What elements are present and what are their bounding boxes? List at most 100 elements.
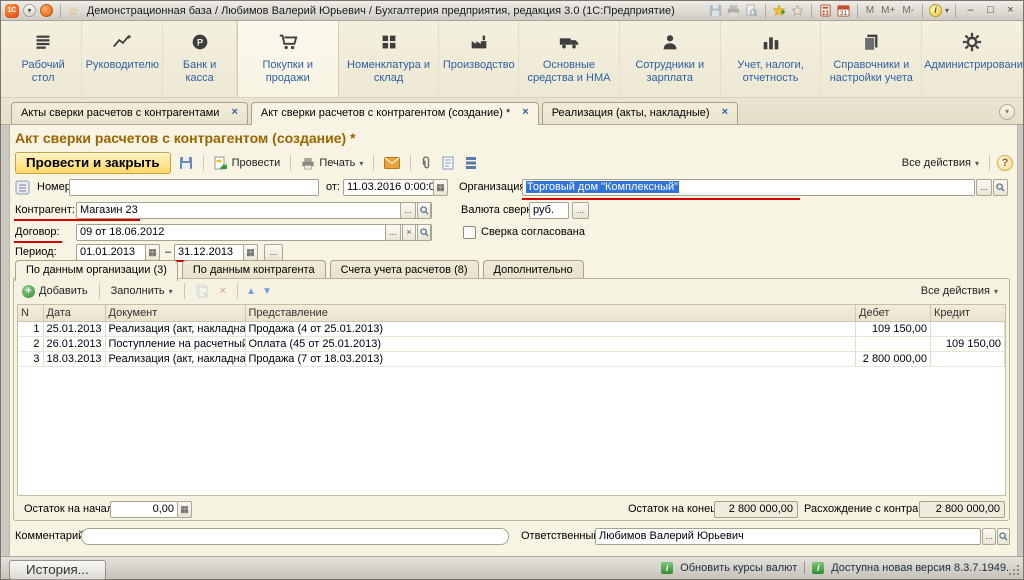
register-records-icon[interactable]: [462, 155, 480, 171]
print-menu-button[interactable]: Печать ▾: [298, 156, 366, 171]
date-input[interactable]: 11.03.2016 0:00:00: [343, 179, 434, 196]
responsible-choose-button[interactable]: ...: [982, 528, 996, 545]
cell-date[interactable]: 26.01.2013: [43, 336, 105, 351]
responsible-open-icon[interactable]: [997, 528, 1010, 545]
update-rates-link[interactable]: Обновить курсы валют: [680, 562, 797, 574]
cell-document[interactable]: Реализация (акт, накладная) ТД00-0...: [105, 351, 245, 366]
minimize-button[interactable]: –: [962, 3, 979, 18]
ribbon-section-purchases-sales[interactable]: Покупки и продажи: [237, 21, 339, 97]
print-preview-icon[interactable]: [744, 3, 759, 18]
period-choose-button[interactable]: ...: [264, 244, 283, 261]
period-from-calendar-icon[interactable]: ▦: [145, 244, 160, 261]
all-actions-button[interactable]: Все действия ▾: [899, 156, 982, 170]
new-version-link[interactable]: Доступна новая версия 8.3.7.1949.: [831, 562, 1009, 574]
contractor-input[interactable]: Магазин 23: [76, 202, 432, 219]
col-n[interactable]: N: [18, 305, 43, 321]
close-tab-icon[interactable]: ×: [522, 107, 528, 119]
ribbon-section-administration[interactable]: Администрирование: [922, 21, 1023, 97]
cell-debit[interactable]: 2 800 000,00: [856, 351, 931, 366]
reconciliation-agreed-checkbox[interactable]: [463, 226, 476, 239]
tab-acts-list[interactable]: Акты сверки расчетов с контрагентами ×: [11, 102, 248, 124]
ribbon-section-bank-cash[interactable]: P Банк и касса: [163, 21, 237, 97]
calculator-icon[interactable]: [818, 3, 833, 18]
col-date[interactable]: Дата: [43, 305, 105, 321]
cell-representation[interactable]: Оплата (45 от 25.01.2013): [245, 336, 856, 351]
table-row[interactable]: 2 26.01.2013 Поступление на расчетный сч…: [18, 336, 1005, 351]
cell-n[interactable]: 1: [18, 321, 43, 336]
contract-open-icon[interactable]: [417, 224, 431, 241]
currency-input[interactable]: руб.: [529, 202, 569, 219]
tab-list-dropdown-icon[interactable]: ▾: [999, 104, 1015, 120]
cell-credit[interactable]: [931, 351, 1005, 366]
contract-input[interactable]: 09 от 18.06.2012: [76, 224, 432, 241]
cell-date[interactable]: 18.03.2013: [43, 351, 105, 366]
close-tab-icon[interactable]: ×: [722, 107, 728, 119]
tab-settlement-accounts[interactable]: Счета учета расчетов (8): [330, 260, 479, 279]
maximize-button[interactable]: □: [982, 3, 999, 18]
close-button[interactable]: ×: [1002, 3, 1019, 18]
info-icon[interactable]: i: [929, 4, 942, 17]
add-favorite-icon[interactable]: [772, 3, 787, 18]
move-down-icon[interactable]: ▼: [262, 286, 272, 297]
contract-choose-button[interactable]: ...: [385, 224, 401, 241]
responsible-input[interactable]: Любимов Валерий Юрьевич: [595, 528, 981, 545]
period-from-input[interactable]: 01.01.2013: [76, 244, 146, 261]
email-icon[interactable]: [381, 156, 403, 170]
contractor-choose-button[interactable]: ...: [400, 202, 416, 219]
cell-representation[interactable]: Продажа (4 от 25.01.2013): [245, 321, 856, 336]
calendar-icon[interactable]: 31: [836, 3, 851, 18]
cell-document[interactable]: Поступление на расчетный счет ТД0...: [105, 336, 245, 351]
cell-n[interactable]: 2: [18, 336, 43, 351]
resize-grip[interactable]: [1017, 573, 1019, 575]
period-to-calendar-icon[interactable]: ▦: [243, 244, 258, 261]
balance-begin-input[interactable]: 0,00: [110, 501, 178, 518]
history-button[interactable]: История...: [9, 560, 106, 580]
ribbon-section-nomenclature-warehouse[interactable]: Номенклатура и склад: [339, 21, 440, 97]
favorites-list-icon[interactable]: [790, 3, 805, 18]
help-button[interactable]: ?: [997, 155, 1013, 171]
print-icon[interactable]: [726, 3, 741, 18]
ribbon-section-accounting-taxes[interactable]: Учет, налоги, отчетность: [721, 21, 822, 97]
cell-document[interactable]: Реализация (акт, накладная) ТД00-0...: [105, 321, 245, 336]
post-and-close-button[interactable]: Провести и закрыть: [15, 152, 171, 174]
quick-menu-dropdown-icon[interactable]: ▾: [23, 4, 36, 17]
favorites-star-icon[interactable]: ☆: [68, 4, 79, 18]
ribbon-section-desktop[interactable]: Рабочий стол: [5, 21, 82, 97]
col-credit[interactable]: Кредит: [931, 305, 1005, 321]
cell-date[interactable]: 25.01.2013: [43, 321, 105, 336]
col-representation[interactable]: Представление: [245, 305, 856, 321]
balance-begin-calculator-icon[interactable]: ▦: [177, 501, 192, 518]
copy-row-icon[interactable]: [193, 283, 211, 299]
fill-button[interactable]: Заполнить ▾: [108, 284, 176, 298]
cell-debit[interactable]: [856, 336, 931, 351]
cell-credit[interactable]: 109 150,00: [931, 336, 1005, 351]
memory-minus-button[interactable]: M-: [900, 5, 916, 16]
tab-by-contractor[interactable]: По данным контрагента: [182, 260, 326, 279]
comment-input[interactable]: [81, 528, 509, 545]
attachment-icon[interactable]: [418, 155, 434, 171]
currency-choose-button[interactable]: ...: [572, 202, 589, 219]
cell-representation[interactable]: Продажа (7 от 18.03.2013): [245, 351, 856, 366]
move-up-icon[interactable]: ▲: [246, 286, 256, 297]
table-row[interactable]: 1 25.01.2013 Реализация (акт, накладная)…: [18, 321, 1005, 336]
app-menu-icon[interactable]: 1С: [5, 4, 19, 18]
add-row-button[interactable]: + Добавить: [19, 284, 91, 299]
session-indicator-icon[interactable]: [40, 4, 53, 17]
cell-n[interactable]: 3: [18, 351, 43, 366]
contractor-open-icon[interactable]: [417, 202, 431, 219]
contract-clear-icon[interactable]: ×: [402, 224, 416, 241]
info-dropdown-icon[interactable]: ▾: [945, 6, 949, 15]
number-input[interactable]: [69, 179, 319, 196]
ribbon-section-employees-salary[interactable]: Сотрудники и зарплата: [620, 21, 721, 97]
ribbon-section-fixed-assets[interactable]: Основные средства и НМА: [519, 21, 620, 97]
post-button[interactable]: Провести: [211, 155, 284, 171]
ribbon-section-production[interactable]: Производство: [439, 21, 519, 97]
col-debit[interactable]: Дебет: [856, 305, 931, 321]
save-document-icon[interactable]: [176, 155, 196, 171]
organization-input[interactable]: Торговый дом "Комплексный": [522, 179, 975, 196]
tab-act-create[interactable]: Акт сверки расчетов с контрагентом (созд…: [251, 102, 539, 125]
tab-by-organization[interactable]: По данным организации (3): [15, 260, 178, 281]
tab-realization[interactable]: Реализация (акты, накладные) ×: [542, 102, 738, 124]
period-to-input[interactable]: 31.12.2013: [174, 244, 244, 261]
rows-table-container[interactable]: N Дата Документ Представление Дебет Кред…: [17, 304, 1006, 496]
